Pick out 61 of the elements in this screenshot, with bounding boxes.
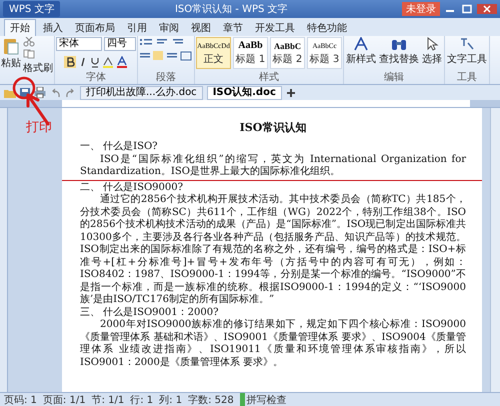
app-menu-button[interactable]: WPS 文字 [3,1,60,17]
status-item: 字数: 528 [188,394,234,406]
group-label: 段落 [156,72,176,83]
find-replace-button[interactable]: 查找替换 [378,37,420,66]
select-button[interactable]: 选择 [421,37,443,66]
ribbon-tab[interactable]: 开始 [4,19,36,36]
scissors-icon[interactable] [23,37,35,47]
spell-check-button[interactable]: 拼写检查 [240,392,287,406]
font-name-field[interactable]: 宋体 [56,37,102,51]
group-label: 字体 [86,72,106,83]
redo-icon[interactable] [65,88,76,98]
paste-button[interactable]: 粘贴 [1,37,21,70]
status-item: 节: 1/1 [92,394,124,406]
ribbon-tab[interactable]: 插入 [38,19,68,36]
ribbon-tab[interactable]: 引用 [122,19,152,36]
section-heading: 一、 什么是ISO? [80,141,159,154]
document-tab[interactable]: 打印机出故障...么办.doc [80,86,203,100]
paragraph-tools-icon[interactable] [139,37,193,63]
paragraph: ISO是“国际标准化组织”的缩写，英文为 International Organization for Standardization。ISO是世界上最大的国际标准化组织。 [80,154,466,178]
format-painter-button[interactable]: 格式刷 [23,61,53,75]
group-label: 编辑 [384,72,404,83]
status-item: 列: 1 [159,394,182,406]
printer-icon[interactable] [34,87,46,98]
section-heading: 二、 什么是ISO9000? [80,182,184,194]
paragraph: 通过它的2856个技术机构开展技术活动。其中技术委员会（简称TC）共185个，分技术委员会（简称SC）共611个，工作组（WG）2022个，特别工作组38个。ISO的2856个技术机构技术活动的成果（产品）是“国际标准”。ISO现已制定出国际标准共10300多个，主要涉及各行各业各种产品（包括服务产品、知识产品等）的技术规范。ISO制定出来的国际标准除了有规范的名称之外，还有编号，编号的格式是：ISO+标准号+[杠+分标准号]+冒号+发布年号（方括号中的内容可有可无），例如：ISO8402：1987、ISO9000-1：1994等，分别是某一个标准的编号。“ISO9000”不是指一个标准，而是一族标准的统称。根据ISO9000-1：1994的定义：“‘ISO9000族’是由ISO/TC176制定的所有国际标准。” [80,194,466,306]
ribbon-tab[interactable]: 审阅 [154,19,184,36]
underline-icon[interactable] [90,56,100,68]
style-option[interactable]: AaBb 标题 1 [233,37,268,69]
letter-icon [353,37,369,51]
document-tab[interactable]: ISO认知.doc [206,86,282,100]
ribbon-tab[interactable]: 开发工具 [250,19,300,36]
text-tool-icon [459,37,475,51]
ribbon-tab[interactable]: 特色功能 [302,19,352,36]
new-style-button[interactable]: 新样式 [345,37,377,66]
login-button[interactable]: 未登录 [402,2,440,16]
scroll-bar[interactable] [490,108,500,392]
binoculars-icon [391,37,407,51]
window-title: ISO常识认知 - WPS 文字 [174,2,289,16]
section-heading: 三、 什么是ISO9001：2000? [80,306,220,318]
plus-icon[interactable] [286,88,296,98]
font-size-field[interactable]: 四号 [104,37,136,51]
clipboard-icon [2,37,20,55]
document-title: ISO常识认知 [238,120,308,135]
maximize-icon[interactable] [460,4,474,14]
paragraph: 2000年对ISO9000族标准的修订结果如下，规定如下四个核心标准：ISO9000《质量管理体系 基础和术语》、ISO9001《质量管理体系 要求》、ISO9004《质量管理体系 业绩改进指南》、ISO19011《质量和环境管理体系审核指南》，所以ISO9001：2000是《质量管理体系 要求》。 [80,319,466,369]
text-tools-button[interactable]: 文字工具 [446,37,488,66]
bold-icon[interactable] [64,56,76,68]
status-item: 页码: 1 [4,394,37,406]
ribbon-tab[interactable]: 视图 [186,19,216,36]
style-option[interactable]: AaBbC 标题 2 [270,37,305,69]
status-item: 页面: 1/1 [42,394,86,406]
ribbon-tab[interactable]: 页面布局 [70,19,120,36]
ribbon-tab[interactable]: 章节 [218,19,248,36]
font-color-icon[interactable] [116,56,128,68]
copy-icon[interactable] [23,49,35,59]
status-item: 行: 1 [130,394,154,406]
highlight-icon[interactable] [102,56,114,68]
group-label: 样式 [259,72,279,83]
close-icon[interactable] [477,4,497,14]
undo-icon[interactable] [50,88,61,98]
group-label: 工具 [457,72,477,83]
